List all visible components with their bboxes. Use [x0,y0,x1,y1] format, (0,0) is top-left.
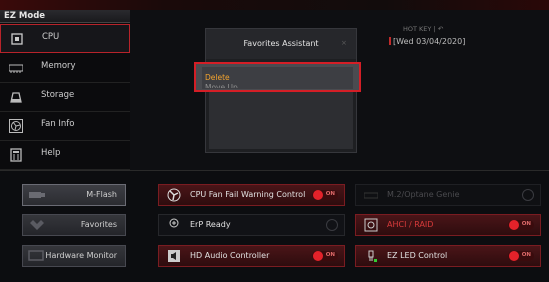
feature-label: HD Audio Controller [190,251,270,260]
erp-ready-toggle[interactable]: ErP Ready [158,214,345,236]
on-toggle[interactable]: ON [312,190,338,200]
feature-label: M.2/Optane Genie [387,190,460,199]
storage-icon [10,92,22,103]
sidebar-item-storage[interactable]: Storage [0,83,130,112]
sidebar-item-label: Memory [41,61,76,71]
fan-warning-icon [167,188,181,202]
mode-label: EZ Mode [4,11,46,21]
sidebar-item-fan-info[interactable]: Fan Info [0,112,130,141]
button-label: Favorites [80,220,117,229]
on-toggle[interactable]: ON [508,251,534,261]
button-label: Hardware Monitor [45,251,117,260]
fan-icon [9,119,23,133]
toggle-ring [522,189,534,201]
date-display: [Wed 03/04/2020] [389,37,465,46]
m-flash-button[interactable]: M-Flash [22,184,126,206]
toggle-knob [509,251,519,261]
ez-mode-tab[interactable]: EZ Mode [0,10,130,23]
feature-label: ErP Ready [190,220,231,229]
date-marker [389,37,391,45]
m2-icon [364,192,378,199]
toggle-text: ON [521,221,531,227]
favorites-icon [30,220,44,230]
close-icon[interactable]: × [341,39,347,47]
sidebar-item-cpu[interactable]: CPU [0,24,130,53]
toggle-text: ON [325,252,335,258]
memory-icon [9,64,23,73]
sidebar-item-label: Help [41,148,61,158]
top-banner [0,0,549,10]
cpu-icon [11,33,23,45]
erp-icon [169,218,179,228]
ez-led-control-toggle[interactable]: EZ LED Control ON [355,245,541,267]
ahci-raid-toggle[interactable]: AHCI / RAID ON [355,214,541,236]
feature-label: EZ LED Control [387,251,448,260]
button-label: M-Flash [86,190,117,199]
help-icon [10,148,22,162]
toggle-text: ON [325,191,335,197]
feature-label: AHCI / RAID [387,220,434,229]
dialog-title: Favorites Assistant [243,39,319,48]
favorites-button[interactable]: Favorites [22,214,126,236]
off-toggle [508,189,534,201]
hd-audio-controller-toggle[interactable]: HD Audio Controller ON [158,245,345,267]
cpu-fan-fail-warning-toggle[interactable]: CPU Fan Fail Warning Control ON [158,184,345,206]
sidebar-item-memory[interactable]: Memory [0,54,130,83]
off-toggle[interactable] [312,219,338,231]
sidebar-item-label: Storage [41,90,75,100]
usb-flash-icon [29,192,45,198]
on-toggle[interactable]: ON [508,220,534,230]
sidebar-item-label: CPU [42,32,60,42]
toggle-knob [313,251,323,261]
toggle-text: ON [521,252,531,258]
m2-optane-genie-toggle: M.2/Optane Genie [355,184,541,206]
feature-label: CPU Fan Fail Warning Control [190,190,306,199]
raid-icon [364,218,378,232]
menu-option-delete[interactable]: Delete [205,73,230,82]
led-icon [368,250,377,262]
audio-icon [168,250,180,262]
monitor-icon [28,250,44,261]
on-toggle[interactable]: ON [312,251,338,261]
toggle-knob [313,190,323,200]
toggle-knob [509,220,519,230]
sidebar-item-label: Fan Info [41,119,75,129]
date-text: [Wed 03/04/2020] [393,37,466,46]
sidebar-item-help[interactable]: Help [0,141,130,170]
hardware-monitor-button[interactable]: Hardware Monitor [22,245,126,267]
toggle-ring [326,219,338,231]
hotkey-label[interactable]: HOT KEY | ↶ [403,25,443,33]
menu-option-move-up[interactable]: Move Up [205,84,238,88]
